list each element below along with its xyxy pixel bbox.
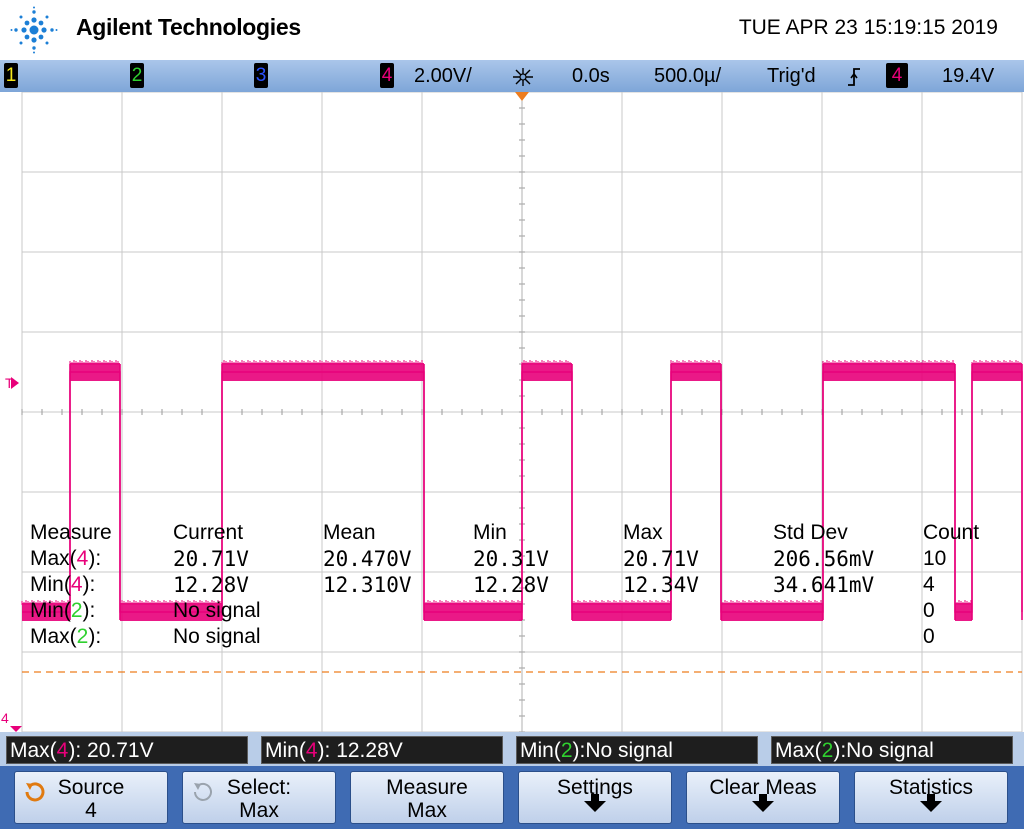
- trigger-level[interactable]: 19.4V: [942, 63, 994, 89]
- meas-cell-current: 12.28V: [173, 573, 249, 597]
- horizontal-delay[interactable]: 0.0s: [572, 63, 610, 89]
- meas-cell-count: 0: [923, 599, 935, 622]
- statistics-softkey[interactable]: Statistics: [854, 771, 1008, 824]
- meas-cell-max: 12.34V: [623, 573, 699, 597]
- meas-row-label: Max(4):: [30, 547, 102, 570]
- meas-readout-3[interactable]: Min(2):No signal: [516, 736, 758, 764]
- clear-meas-softkey[interactable]: Clear Meas: [686, 771, 840, 824]
- meas-header-count: Count: [923, 521, 980, 544]
- channel-3-indicator[interactable]: 3: [254, 63, 268, 88]
- submenu-arrow-icon: [920, 794, 942, 812]
- measurement-bar: Max(4): 20.71V Min(4): 12.28V Min(2):No …: [0, 732, 1024, 766]
- meas-cell-max: 20.71V: [623, 547, 699, 571]
- agilent-logo-icon: [10, 6, 58, 54]
- meas-cell-current: No signal: [173, 599, 261, 622]
- meas-header-min: Min: [473, 521, 507, 544]
- date-time: TUE APR 23 15:19:15 2019: [738, 16, 998, 39]
- select-softkey[interactable]: Select: Max: [182, 771, 336, 824]
- softkey-bar: Source 4 Select: Max Measure Max Setting…: [0, 766, 1024, 829]
- brand-name: Agilent Technologies: [76, 14, 301, 40]
- meas-cell-min: 12.28V: [473, 573, 549, 597]
- submenu-arrow-icon: [752, 794, 774, 812]
- meas-header-measure: Measure: [30, 521, 112, 544]
- waveform-display[interactable]: T 4: [0, 92, 1024, 732]
- meas-cell-min: 20.31V: [473, 547, 549, 571]
- meas-row-label: Max(2):: [30, 625, 102, 648]
- channel-2-indicator[interactable]: 2: [130, 63, 144, 88]
- trigger-slope-icon: [848, 68, 860, 86]
- ground-marker-label: 4: [1, 710, 9, 726]
- meas-cell-mean: 12.310V: [323, 573, 412, 597]
- meas-readout-4[interactable]: Max(2):No signal: [771, 736, 1013, 764]
- meas-cell-current: No signal: [173, 625, 261, 648]
- meas-header-current: Current: [173, 521, 244, 544]
- settings-softkey[interactable]: Settings: [518, 771, 672, 824]
- meas-cell-count: 4: [923, 573, 935, 596]
- meas-cell-current: 20.71V: [173, 547, 249, 571]
- measure-softkey[interactable]: Measure Max: [350, 771, 504, 824]
- source-softkey[interactable]: Source 4: [14, 771, 168, 824]
- channel-4-indicator[interactable]: 4: [380, 63, 394, 88]
- header: Agilent Technologies TUE APR 23 15:19:15…: [0, 0, 1024, 60]
- meas-cell-count: 0: [923, 625, 935, 648]
- delay-icon: [513, 68, 533, 86]
- meas-row-label: Min(2):: [30, 599, 96, 622]
- channel-1-indicator[interactable]: 1: [4, 63, 18, 88]
- submenu-arrow-icon: [584, 794, 606, 812]
- meas-readout-1[interactable]: Max(4): 20.71V: [6, 736, 248, 764]
- status-bar: 1 2 3 4 2.00V/ 0.0s 500.0µ/ Trig'd 4 19.…: [0, 60, 1024, 93]
- trigger-status: Trig'd: [767, 65, 816, 87]
- meas-header-std-dev: Std Dev: [773, 521, 848, 544]
- timebase[interactable]: 500.0µ/: [654, 63, 721, 89]
- meas-cell-count: 10: [923, 547, 947, 570]
- meas-row-label: Min(4):: [30, 573, 96, 596]
- meas-cell-std: 34.641mV: [773, 573, 875, 597]
- meas-cell-mean: 20.470V: [323, 547, 412, 571]
- meas-cell-std: 206.56mV: [773, 547, 875, 571]
- rotate-knob-icon: [194, 782, 212, 801]
- meas-header-mean: Mean: [323, 521, 376, 544]
- channel-4-scale[interactable]: 2.00V/: [414, 63, 472, 89]
- meas-readout-2[interactable]: Min(4): 12.28V: [261, 736, 503, 764]
- rotate-knob-icon: [25, 782, 45, 802]
- trigger-source[interactable]: 4: [886, 63, 908, 88]
- meas-header-max: Max: [623, 521, 663, 544]
